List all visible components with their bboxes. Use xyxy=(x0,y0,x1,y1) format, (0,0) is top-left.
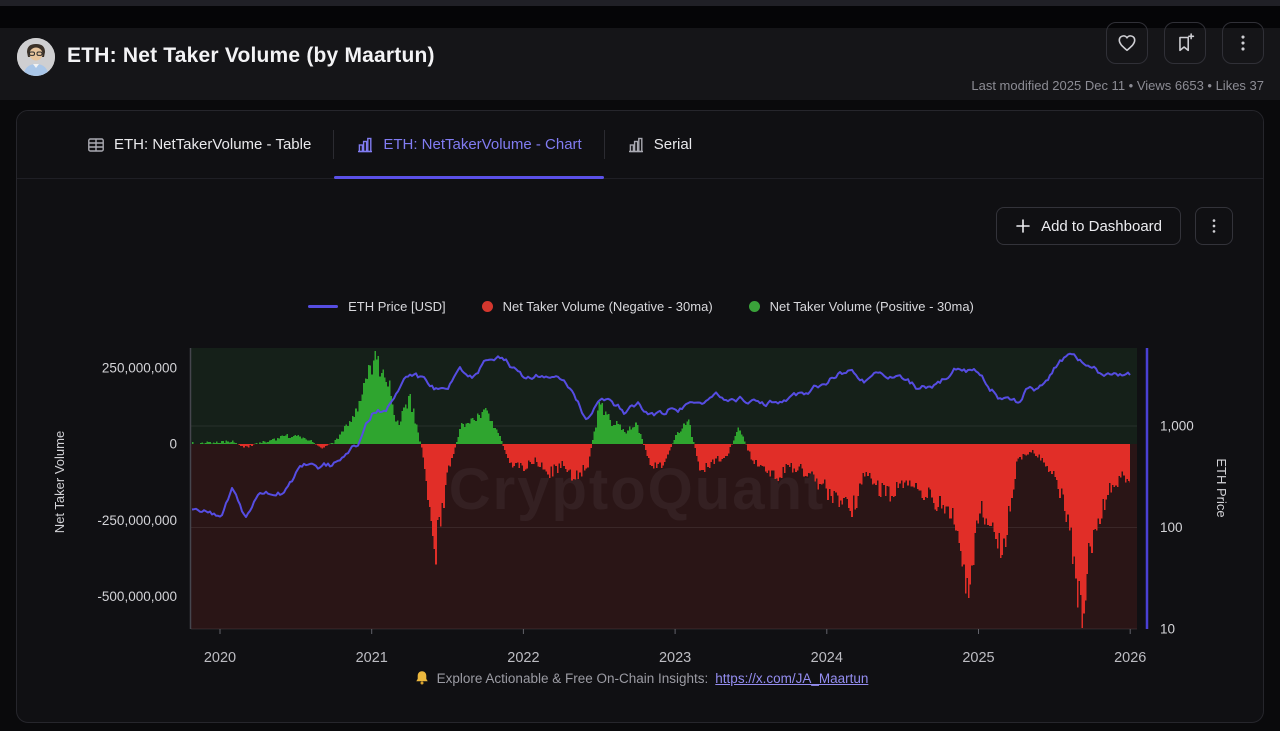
right-axis-tick: 100 xyxy=(1160,520,1183,535)
x-axis-tick: 2025 xyxy=(962,650,994,666)
legend-swatch xyxy=(482,301,493,312)
legend-label: Net Taker Volume (Positive - 30ma) xyxy=(770,299,974,314)
page-title: ETH: Net Taker Volume (by Maartun) xyxy=(67,44,435,68)
legend-label: ETH Price [USD] xyxy=(348,299,446,314)
footnote-link[interactable]: https://x.com/JA_Maartun xyxy=(715,671,868,686)
chart-canvas[interactable]: CryptoQuant250,000,0000-250,000,000-500,… xyxy=(17,111,1264,723)
legend-item-2[interactable]: Net Taker Volume (Positive - 30ma) xyxy=(749,299,974,314)
bell-icon xyxy=(414,670,430,686)
chart-toolbar: Add to Dashboard xyxy=(996,207,1233,245)
right-axis-title: ETH Price xyxy=(1214,458,1229,517)
bookmark-plus-icon xyxy=(1174,32,1196,54)
right-axis-tick: 10 xyxy=(1160,622,1175,637)
heart-icon xyxy=(1116,32,1138,54)
avatar-illustration xyxy=(17,38,55,76)
left-axis-tick: -250,000,000 xyxy=(97,513,177,528)
tab-table[interactable]: ETH: NetTakerVolume - Table xyxy=(65,111,333,178)
plot-bg-positive xyxy=(191,348,1137,444)
meta-info: Last modified 2025 Dec 11 • Views 6653 •… xyxy=(971,78,1264,93)
tab-chart[interactable]: ETH: NetTakerVolume - Chart xyxy=(334,111,603,178)
legend-swatch xyxy=(308,305,338,308)
cryptoquant-page: ETH: Net Taker Volume (by Maartun) Last … xyxy=(0,0,1280,731)
plus-icon xyxy=(1015,218,1031,234)
chart-footnote: Explore Actionable & Free On-Chain Insig… xyxy=(17,670,1264,686)
footnote-text: Explore Actionable & Free On-Chain Insig… xyxy=(437,671,709,686)
left-axis-tick: 250,000,000 xyxy=(102,360,177,375)
table-icon xyxy=(87,136,105,154)
legend-item-1[interactable]: Net Taker Volume (Negative - 30ma) xyxy=(482,299,713,314)
tab-bar: ETH: NetTakerVolume - Table ETH: NetTake… xyxy=(17,111,1263,179)
page-header: ETH: Net Taker Volume (by Maartun) Last … xyxy=(0,28,1280,100)
chart-legend: ETH Price [USD] Net Taker Volume (Negativ… xyxy=(17,299,1264,314)
right-axis-tick: 1,000 xyxy=(1160,419,1194,434)
kebab-menu-icon xyxy=(1232,32,1254,54)
left-axis-tick: -500,000,000 xyxy=(97,589,177,604)
bookmark-button[interactable] xyxy=(1164,22,1206,64)
author-avatar[interactable] xyxy=(17,38,55,76)
left-axis-tick: 0 xyxy=(169,437,177,452)
chart-card: CryptoQuant250,000,0000-250,000,000-500,… xyxy=(16,110,1264,723)
add-to-dashboard-button[interactable]: Add to Dashboard xyxy=(996,207,1181,245)
legend-label: Net Taker Volume (Negative - 30ma) xyxy=(503,299,713,314)
chart-options-button[interactable] xyxy=(1195,207,1233,245)
x-axis-tick: 2020 xyxy=(204,650,236,666)
top-strip-dark xyxy=(0,6,1280,28)
x-axis-tick: 2024 xyxy=(811,650,843,666)
like-button[interactable] xyxy=(1106,22,1148,64)
x-axis-tick: 2026 xyxy=(1114,650,1146,666)
legend-swatch xyxy=(749,301,760,312)
x-axis-tick: 2023 xyxy=(659,650,691,666)
header-actions xyxy=(1106,22,1264,64)
kebab-menu-icon xyxy=(1204,216,1224,236)
add-to-dashboard-label: Add to Dashboard xyxy=(1041,218,1162,235)
tab-chart-label: ETH: NetTakerVolume - Chart xyxy=(383,136,581,153)
bar-chart-icon xyxy=(356,136,374,154)
tab-table-label: ETH: NetTakerVolume - Table xyxy=(114,136,311,153)
tab-serial-label: Serial xyxy=(654,136,692,153)
x-axis-tick: 2021 xyxy=(356,650,388,666)
left-axis-title: Net Taker Volume xyxy=(52,431,67,533)
more-options-button[interactable] xyxy=(1222,22,1264,64)
tab-serial[interactable]: Serial xyxy=(605,111,714,178)
bar-chart-icon xyxy=(627,136,645,154)
legend-item-0[interactable]: ETH Price [USD] xyxy=(308,299,446,314)
x-axis-tick: 2022 xyxy=(507,650,539,666)
